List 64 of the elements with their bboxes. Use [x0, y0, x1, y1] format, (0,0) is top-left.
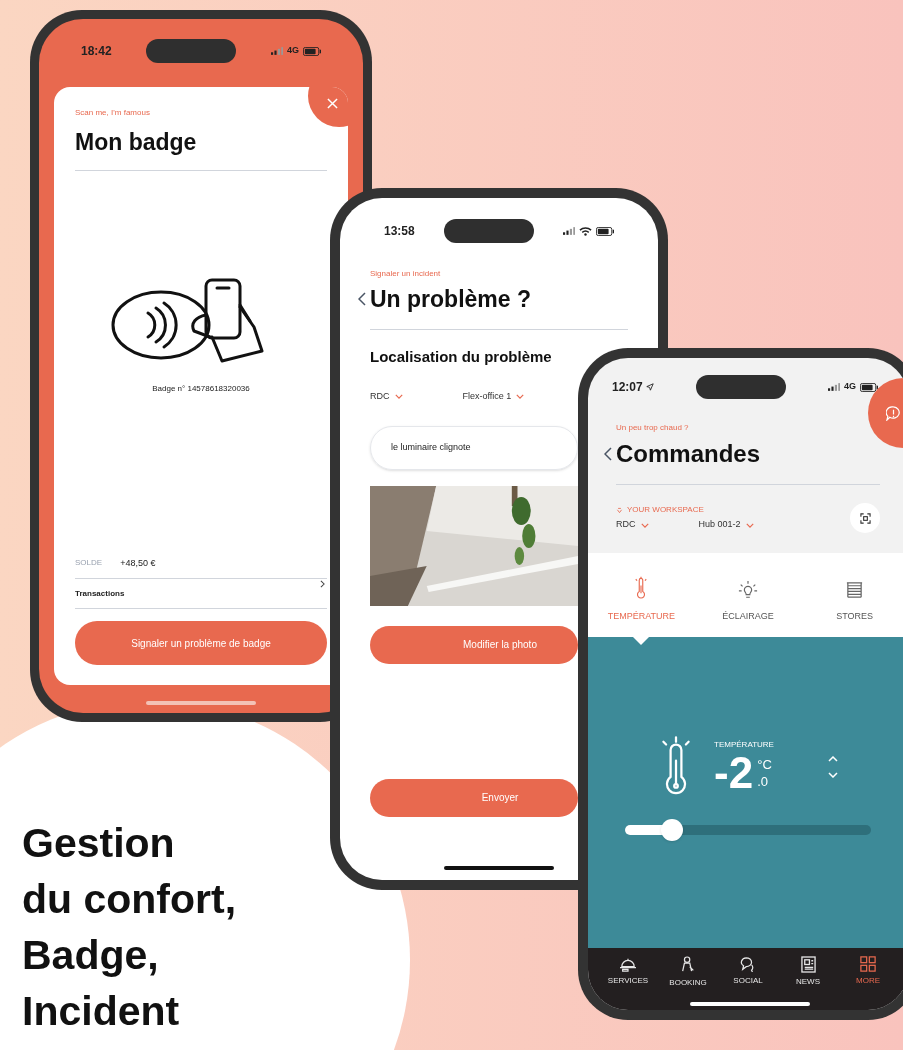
- badge-number: Badge n° 14578618320036: [152, 382, 250, 395]
- headline: Gestion du confort, Badge, Incident: [22, 819, 237, 1036]
- wifi-icon: [579, 226, 592, 236]
- temperature-unit: °C: [757, 758, 772, 771]
- workspace-icon: [616, 506, 623, 514]
- back-icon[interactable]: [604, 447, 612, 461]
- screen-title: Un problème ?: [370, 285, 531, 314]
- card-title: Mon badge: [75, 128, 197, 157]
- temperature-slider[interactable]: [625, 819, 871, 841]
- workspace-label: YOUR WORKSPACE: [627, 504, 704, 517]
- scan-button[interactable]: [850, 503, 880, 533]
- nav-item[interactable]: NEWS: [796, 976, 820, 988]
- location-dropdown[interactable]: RDC: [370, 390, 403, 404]
- screen-subtitle: Un peu trop chaud ?: [616, 422, 689, 434]
- battery-icon: [596, 226, 614, 236]
- thermometer-icon: [634, 575, 649, 600]
- slider-thumb[interactable]: [660, 819, 683, 841]
- screen-subtitle: Signaler un incident: [370, 268, 441, 280]
- status-time: 18:42: [81, 43, 112, 60]
- grid-icon[interactable]: [860, 956, 876, 972]
- section-heading: Localisation du problème: [370, 346, 552, 367]
- nav-item[interactable]: BOOKING: [669, 977, 707, 989]
- battery-icon: [860, 382, 878, 392]
- chevron-down-icon: [516, 394, 525, 400]
- chevron-down-icon: [640, 522, 649, 528]
- nav-item[interactable]: MORE: [856, 975, 880, 987]
- status-time: 12:07: [612, 379, 643, 396]
- control-tab[interactable]: STORES: [836, 609, 874, 623]
- screen-title: Commandes: [616, 439, 761, 469]
- close-icon[interactable]: [326, 97, 338, 109]
- chevron-down-icon: [394, 394, 403, 400]
- chevron-right-icon: [320, 580, 325, 588]
- temperature-label: TEMPÉRATURE: [714, 739, 774, 751]
- card-subtitle: Scan me, I'm famous: [75, 107, 150, 119]
- location-dropdown[interactable]: Flex-office 1: [462, 390, 525, 404]
- back-icon[interactable]: [358, 292, 366, 307]
- location-dropdown[interactable]: RDC: [616, 518, 649, 532]
- alert-bubble-icon: [886, 405, 901, 421]
- increase-icon[interactable]: [827, 756, 838, 762]
- chevron-down-icon: [745, 522, 754, 528]
- transactions-row[interactable]: Transactions: [75, 579, 327, 609]
- network-label: 4G: [287, 44, 299, 58]
- lightbulb-icon: [738, 579, 758, 600]
- control-tab[interactable]: ÉCLAIRAGE: [722, 609, 774, 623]
- nav-item[interactable]: SOCIAL: [733, 975, 763, 987]
- blinds-icon: [845, 580, 865, 600]
- newspaper-icon[interactable]: [800, 956, 816, 973]
- balance-value: +48,50 €: [120, 556, 156, 570]
- balance-label: SOLDE: [75, 557, 103, 570]
- decrease-icon[interactable]: [827, 772, 838, 778]
- battery-icon: [303, 46, 321, 56]
- temperature-value: -2: [714, 751, 754, 795]
- scan-icon: [859, 512, 871, 524]
- signal-icon: [271, 47, 283, 55]
- cloche-icon[interactable]: [619, 956, 637, 972]
- status-time: 13:58: [384, 223, 415, 240]
- location-dropdown[interactable]: Hub 001-2: [698, 518, 754, 532]
- network-label: 4G: [844, 380, 856, 394]
- signal-icon: [563, 227, 575, 235]
- location-arrow-icon: [645, 383, 654, 391]
- person-icon[interactable]: [680, 956, 696, 974]
- signal-icon: [828, 383, 840, 391]
- nav-item[interactable]: SERVICES: [607, 975, 649, 987]
- temperature-decimal: .0: [757, 775, 770, 788]
